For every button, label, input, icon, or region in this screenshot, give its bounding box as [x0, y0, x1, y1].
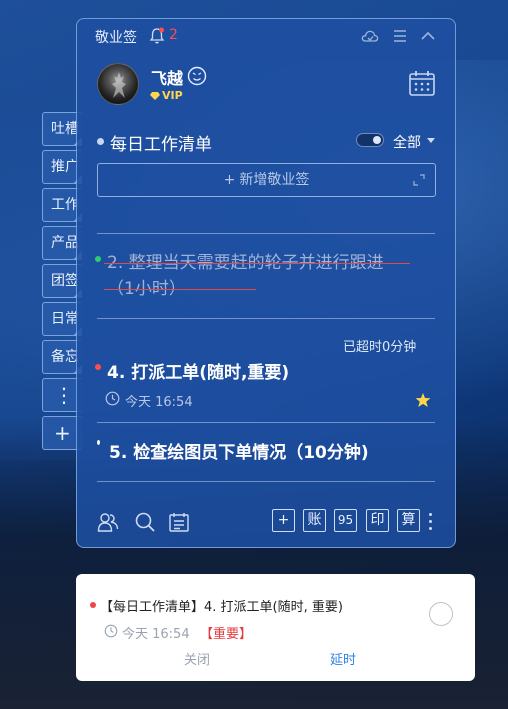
divider [97, 481, 435, 482]
strikethrough-line [104, 263, 410, 264]
expand-icon[interactable] [413, 174, 425, 186]
task-status-dot [95, 256, 101, 262]
vip-badge: VIP [150, 89, 183, 102]
app-name: 敬业签 [95, 30, 137, 46]
add-button[interactable]: + [272, 509, 295, 532]
task-title[interactable]: 5. 检查绘图员下单情况（10分钟) [109, 438, 369, 463]
title-bar: 敬业签 2 [77, 19, 455, 53]
list-bullet-icon [97, 138, 104, 145]
clock-icon [105, 391, 120, 406]
avatar[interactable] [97, 63, 139, 105]
task-status-dot [95, 364, 101, 370]
tab-label: 吐槽 [51, 121, 79, 137]
tab-label: 日常 [51, 311, 79, 327]
number-button[interactable]: 95 [334, 509, 357, 532]
account-button[interactable]: 账 [303, 509, 326, 532]
divider [97, 233, 435, 234]
reminder-tag: 【重要】 [200, 627, 253, 642]
close-button[interactable]: 关闭 [184, 649, 210, 668]
divider [97, 318, 435, 319]
task-time: 今天 16:54 [125, 395, 193, 410]
delay-button[interactable]: 延时 [330, 649, 356, 668]
calculator-button[interactable]: 算 [397, 509, 420, 532]
list-title: 每日工作清单 [110, 135, 212, 155]
plus-icon: + [54, 421, 71, 445]
tab-label: 产品 [51, 235, 79, 251]
bell-icon[interactable] [149, 27, 165, 45]
tab-label: 团签 [51, 273, 79, 289]
vip-label: VIP [162, 89, 183, 102]
star-icon[interactable] [415, 392, 431, 408]
reminder-dot [90, 602, 96, 608]
diamond-icon [150, 92, 160, 100]
calendar-icon[interactable] [408, 69, 436, 97]
task-status-dot [97, 440, 100, 445]
collapse-icon[interactable] [419, 27, 437, 45]
filter-select[interactable]: 全部 [393, 132, 421, 152]
emoji-face-icon [187, 66, 207, 86]
notes-list-icon[interactable] [168, 511, 190, 533]
reminder-time: 今天 16:54 [122, 627, 190, 642]
user-name: 飞越 [151, 69, 184, 88]
search-icon[interactable] [134, 511, 156, 533]
menu-icon[interactable] [391, 27, 409, 45]
add-note-button[interactable]: + 新增敬业签 [97, 163, 436, 197]
reminder-popup: 【每日工作清单】4. 打派工单(随时, 重要) 今天 16:54 【重要】 关闭… [76, 574, 475, 681]
notification-count: 2 [169, 27, 178, 43]
task-item-completed[interactable]: 2. 整理当天需要赶的轮子并进行跟进 （1小时） [107, 250, 417, 302]
show-all-toggle[interactable] [356, 133, 384, 147]
strikethrough-line [104, 289, 256, 290]
task-title[interactable]: 4. 打派工单(随时,重要) [107, 358, 289, 383]
bottom-toolbar: + 账 95 印 算 [77, 499, 455, 539]
tab-label: 推广 [51, 159, 79, 175]
sticky-note-panel: 敬业签 2 飞越 VIP 每日工作清单 全部 + 新增敬业签 2. 整理当天需要… [76, 18, 456, 548]
contacts-icon[interactable] [97, 511, 119, 533]
tab-label: 工作 [51, 197, 79, 213]
tab-label: 备忘 [51, 349, 79, 365]
divider [97, 422, 435, 423]
add-note-label: 新增敬业签 [239, 172, 310, 188]
plus-icon: + [223, 172, 236, 188]
clock-icon [104, 624, 118, 638]
avatar-image [112, 72, 126, 98]
complete-checkbox[interactable] [429, 602, 453, 626]
overdue-label: 已超时0分钟 [343, 340, 417, 355]
print-button[interactable]: 印 [366, 509, 389, 532]
more-icon: ⋮ [54, 383, 74, 407]
chevron-down-icon[interactable] [427, 138, 435, 143]
reminder-title: 【每日工作清单】4. 打派工单(随时, 重要) [100, 600, 343, 615]
more-options-icon[interactable] [429, 513, 433, 531]
cloud-sync-icon[interactable] [361, 27, 379, 45]
